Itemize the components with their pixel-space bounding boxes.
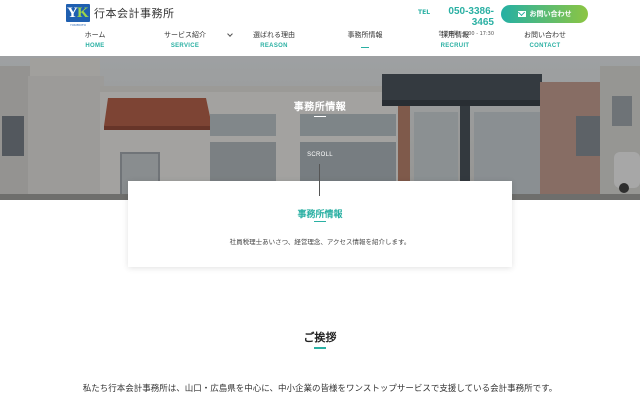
nav-label-en: CONTACT (529, 43, 561, 49)
mail-icon (517, 11, 526, 17)
main-nav: ホーム HOME サービス紹介 SERVICE 選ばれる理由 REASON 事務… (50, 30, 590, 56)
nav-label-jp: お問い合わせ (524, 31, 566, 39)
logo[interactable]: Y K YUKIMOTO 行本会計事務所 (66, 4, 175, 27)
hero-banner: 事務所情報 SCROLL (0, 56, 640, 200)
logo-text: 行本会計事務所 (94, 7, 175, 20)
nav-label-jp: 選ばれる理由 (253, 31, 295, 39)
scroll-indicator-line (319, 164, 320, 196)
greeting-text: 私たち行本会計事務所は、山口・広島県を中心に、中小企業の皆様をワンストップサービ… (82, 384, 558, 394)
nav-label-jp: 採用情報 (441, 31, 469, 39)
hero-title: 事務所情報 (293, 102, 347, 113)
nav-active-indicator (361, 47, 369, 48)
intro-card: 事務所情報 社員税理士あいさつ、経営理念、アクセス情報を紹介します。 (128, 181, 512, 267)
nav-item-office[interactable]: 事務所情報 (344, 30, 386, 48)
chevron-down-icon[interactable] (227, 31, 233, 37)
intro-title: 事務所情報 (297, 210, 343, 220)
intro-description: 社員税理士あいさつ、経営理念、アクセス情報を紹介します。 (229, 238, 411, 246)
nav-label-en: RECRUIT (440, 43, 470, 49)
nav-label-jp: 事務所情報 (347, 31, 383, 39)
contact-button-label: お問い合わせ (529, 10, 572, 18)
nav-label-jp: ホーム (84, 31, 106, 39)
site-header: Y K YUKIMOTO 行本会計事務所 TEL 050-3386-3465 営… (0, 0, 640, 56)
logo-mark-small-text: YUKIMOTO (69, 23, 87, 27)
nav-item-service[interactable]: サービス紹介 SERVICE (160, 30, 210, 49)
contact-button[interactable]: お問い合わせ (501, 5, 588, 23)
hero-title-underline (314, 116, 326, 117)
hero-overlay (0, 56, 640, 200)
nav-label-jp: サービス紹介 (164, 31, 206, 39)
greeting-section-title: ご挨拶 (303, 331, 337, 344)
nav-label-en: REASON (260, 43, 288, 49)
greeting-title-underline (314, 347, 326, 349)
nav-label-en: HOME (85, 43, 105, 49)
nav-item-contact[interactable]: お問い合わせ CONTACT (520, 30, 570, 49)
nav-item-home[interactable]: ホーム HOME (76, 30, 114, 49)
scroll-indicator-label[interactable]: SCROLL (0, 152, 640, 158)
logo-mark-k: K (77, 5, 89, 21)
nav-label-en: SERVICE (170, 43, 200, 49)
tel-label: TEL (418, 9, 431, 16)
intro-title-underline (314, 221, 326, 222)
tel-number[interactable]: 050-3386-3465 (433, 6, 494, 28)
logo-mark: Y K YUKIMOTO (66, 4, 90, 27)
nav-item-reason[interactable]: 選ばれる理由 REASON (249, 30, 299, 49)
nav-item-recruit[interactable]: 採用情報 RECRUIT (436, 30, 474, 49)
page: Y K YUKIMOTO 行本会計事務所 TEL 050-3386-3465 営… (0, 0, 640, 400)
